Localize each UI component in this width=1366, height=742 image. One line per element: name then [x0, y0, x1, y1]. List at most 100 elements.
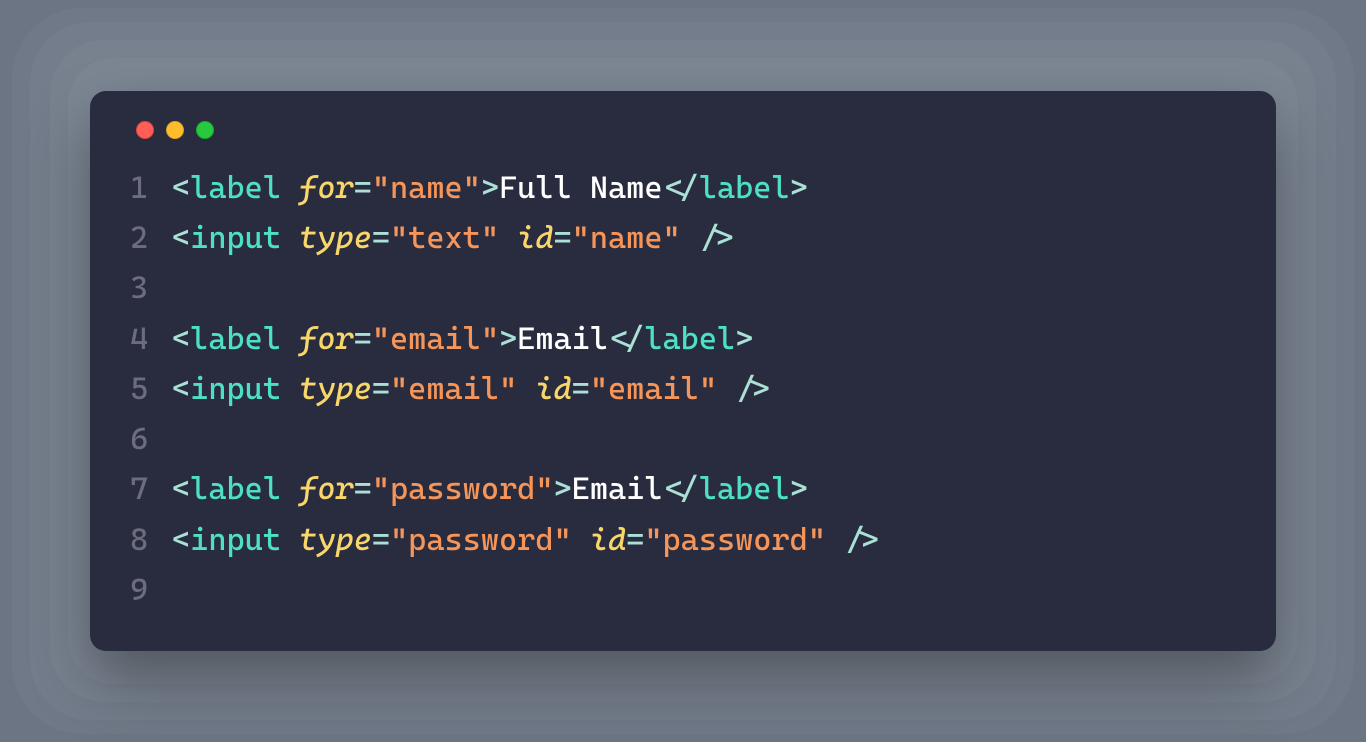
token-attr: for — [299, 321, 354, 357]
code-content: <label for="name">Full Name</label> — [172, 163, 1236, 213]
code-content — [172, 263, 1236, 313]
line-number: 4 — [130, 314, 172, 364]
token-bracket: > — [790, 471, 808, 507]
token-text — [499, 220, 517, 256]
token-string: "name" — [572, 220, 681, 256]
token-bracket: /> — [844, 522, 880, 558]
token-eq: = — [372, 371, 390, 407]
token-text — [281, 522, 299, 558]
token-bracket: > — [481, 170, 499, 206]
token-string: "email" — [372, 321, 499, 357]
line-number: 7 — [130, 464, 172, 514]
window-controls — [130, 121, 1236, 139]
token-tag: label — [699, 170, 790, 206]
code-area[interactable]: 1<label for="name">Full Name</label>2<in… — [130, 163, 1236, 615]
token-bracket: /> — [735, 371, 771, 407]
token-text — [517, 371, 535, 407]
code-line: 5<input type="email" id="email" /> — [130, 364, 1236, 414]
token-bracket: < — [172, 371, 190, 407]
code-line: 8<input type="password" id="password" /> — [130, 515, 1236, 565]
token-attr: id — [517, 220, 553, 256]
line-number: 3 — [130, 263, 172, 313]
token-text — [281, 220, 299, 256]
token-tag: input — [190, 371, 281, 407]
token-bracket: /> — [699, 220, 735, 256]
code-content — [172, 565, 1236, 615]
code-line: 2<input type="text" id="name" /> — [130, 213, 1236, 263]
code-content: <label for="email">Email</label> — [172, 314, 1236, 364]
token-text — [281, 471, 299, 507]
token-bracket: > — [790, 170, 808, 206]
code-line: 7<label for="password">Email</label> — [130, 464, 1236, 514]
code-line: 9 — [130, 565, 1236, 615]
code-content — [172, 414, 1236, 464]
token-string: "password" — [372, 471, 554, 507]
token-eq: = — [354, 170, 372, 206]
token-bracket: < — [172, 471, 190, 507]
token-text — [281, 321, 299, 357]
token-text: Email — [517, 321, 608, 357]
token-attr: type — [299, 371, 372, 407]
token-eq: = — [354, 471, 372, 507]
token-bracket: </ — [608, 321, 644, 357]
token-eq: = — [354, 321, 372, 357]
token-tag: input — [190, 522, 281, 558]
close-icon[interactable] — [136, 121, 154, 139]
token-text: Email — [572, 471, 663, 507]
line-number: 8 — [130, 515, 172, 565]
code-editor-window: 1<label for="name">Full Name</label>2<in… — [90, 91, 1276, 651]
token-bracket: < — [172, 170, 190, 206]
token-tag: label — [190, 471, 281, 507]
code-line: 6 — [130, 414, 1236, 464]
line-number: 6 — [130, 414, 172, 464]
code-line: 1<label for="name">Full Name</label> — [130, 163, 1236, 213]
token-attr: type — [299, 220, 372, 256]
code-content: <input type="email" id="email" /> — [172, 364, 1236, 414]
token-bracket: > — [735, 321, 753, 357]
token-tag: label — [644, 321, 735, 357]
token-text — [717, 371, 735, 407]
token-tag: input — [190, 220, 281, 256]
code-content: <input type="password" id="password" /> — [172, 515, 1236, 565]
token-bracket: > — [499, 321, 517, 357]
token-bracket: </ — [662, 471, 698, 507]
token-bracket: </ — [662, 170, 698, 206]
token-attr: id — [590, 522, 626, 558]
token-bracket: < — [172, 321, 190, 357]
token-eq: = — [626, 522, 644, 558]
token-tag: label — [699, 471, 790, 507]
token-text — [281, 170, 299, 206]
line-number: 1 — [130, 163, 172, 213]
token-eq: = — [572, 371, 590, 407]
token-bracket: < — [172, 220, 190, 256]
token-attr: for — [299, 170, 354, 206]
token-attr: for — [299, 471, 354, 507]
token-string: "password" — [644, 522, 826, 558]
token-text — [281, 371, 299, 407]
code-content: <label for="password">Email</label> — [172, 464, 1236, 514]
token-text — [681, 220, 699, 256]
token-attr: type — [299, 522, 372, 558]
token-string: "password" — [390, 522, 572, 558]
token-tag: label — [190, 170, 281, 206]
token-eq: = — [372, 522, 390, 558]
token-bracket: < — [172, 522, 190, 558]
line-number: 5 — [130, 364, 172, 414]
token-text — [572, 522, 590, 558]
token-text: Full Name — [499, 170, 662, 206]
token-string: "text" — [390, 220, 499, 256]
code-line: 3 — [130, 263, 1236, 313]
code-content: <input type="text" id="name" /> — [172, 213, 1236, 263]
token-string: "name" — [372, 170, 481, 206]
token-eq: = — [372, 220, 390, 256]
line-number: 9 — [130, 565, 172, 615]
token-bracket: > — [553, 471, 571, 507]
token-string: "email" — [590, 371, 717, 407]
token-attr: id — [535, 371, 571, 407]
token-eq: = — [553, 220, 571, 256]
token-string: "email" — [390, 371, 517, 407]
maximize-icon[interactable] — [196, 121, 214, 139]
minimize-icon[interactable] — [166, 121, 184, 139]
code-line: 4<label for="email">Email</label> — [130, 314, 1236, 364]
token-tag: label — [190, 321, 281, 357]
